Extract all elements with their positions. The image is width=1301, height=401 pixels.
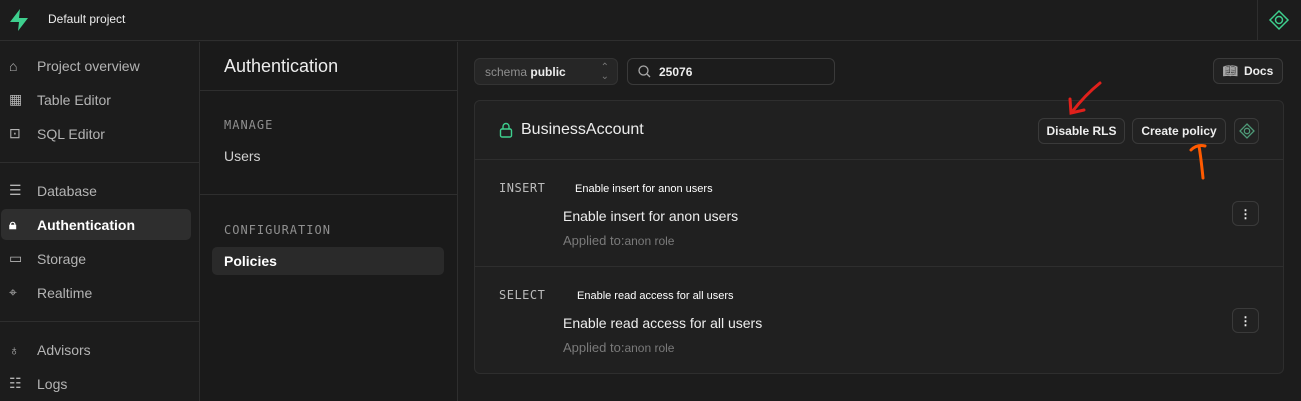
table-policies-card: BusinessAccount Disable RLS Create polic…: [474, 100, 1284, 374]
policy-name: Enable insert for anon users: [563, 208, 739, 224]
project-name[interactable]: Default project: [48, 12, 125, 26]
sidebar-item-table-editor[interactable]: ▦ Table Editor: [1, 84, 191, 115]
more-options-button[interactable]: ⋮: [1232, 308, 1259, 333]
more-vertical-icon: ⋮: [1239, 313, 1252, 328]
auth-menu: Authentication MANAGE Users CONFIGURATIO…: [200, 42, 458, 401]
policy-row[interactable]: SELECT Enable read access for all users …: [475, 267, 1283, 373]
policy-tooltip: Enable insert for anon users: [575, 183, 713, 195]
policy-applied-to: Applied to:anon role: [563, 233, 675, 248]
chevron-updown-icon: ⌃ ⌄: [600, 62, 609, 82]
list-icon: ☷: [9, 375, 22, 391]
sidebar-item-authentication[interactable]: 🔒︎ Authentication: [1, 209, 191, 240]
lock-icon: [499, 122, 513, 138]
policy-command: INSERT: [499, 181, 546, 195]
lock-file-icon: 🔒︎: [9, 216, 17, 232]
configuration-heading: CONFIGURATION: [224, 223, 331, 237]
sidebar-item-advisors[interactable]: ♁ Advisors: [1, 334, 191, 365]
menu-item-users[interactable]: Users: [224, 148, 261, 164]
sidebar-item-storage[interactable]: ▭ Storage: [1, 243, 191, 274]
archive-icon: ▭: [9, 250, 23, 266]
assistant-icon[interactable]: [1268, 9, 1290, 31]
schema-select[interactable]: schema public ⌃ ⌄: [474, 58, 618, 85]
sidebar-item-realtime[interactable]: ⌖ Realtime: [1, 277, 191, 308]
disable-rls-button[interactable]: Disable RLS: [1038, 118, 1125, 144]
terminal-icon: ⊡: [9, 125, 21, 141]
table-icon: ▦: [9, 91, 23, 107]
manage-heading: MANAGE: [224, 118, 274, 132]
policy-row[interactable]: INSERT Enable insert for anon users Enab…: [475, 160, 1283, 266]
cursor-icon: ⌖: [9, 284, 17, 300]
supabase-logo-icon[interactable]: [8, 8, 30, 32]
section-title: Authentication: [224, 56, 339, 76]
docs-button[interactable]: 📖︎ Docs: [1213, 58, 1283, 84]
annotation-arrow-red: [1068, 81, 1102, 115]
menu-item-policies[interactable]: Policies: [212, 247, 444, 275]
home-icon: ⌂: [9, 57, 18, 74]
sidebar-item-logs[interactable]: ☷ Logs: [1, 368, 191, 399]
policy-tooltip: Enable read access for all users: [577, 290, 734, 302]
sidebar-item-project-overview[interactable]: ⌂ Project overview: [1, 50, 191, 81]
sidebar-item-database[interactable]: ☰ Database: [1, 175, 191, 206]
search-icon: [638, 65, 651, 78]
ai-assistant-button[interactable]: [1234, 118, 1259, 144]
database-icon: ☰: [9, 182, 22, 198]
policy-name: Enable read access for all users: [563, 315, 763, 331]
book-icon: 📖︎: [1222, 64, 1238, 78]
sidebar-item-sql-editor[interactable]: ⊡ SQL Editor: [1, 118, 191, 149]
annotation-arrow-orange: [1189, 144, 1207, 180]
policy-command: SELECT: [499, 288, 546, 302]
top-bar: Default project: [0, 0, 1301, 41]
more-vertical-icon: ⋮: [1239, 206, 1252, 221]
table-name: BusinessAccount: [521, 121, 644, 138]
assistant-icon: [1238, 123, 1255, 139]
sidebar: ⌂ Project overview ▦ Table Editor ⊡ SQL Edi…: [0, 42, 200, 401]
more-options-button[interactable]: ⋮: [1232, 201, 1259, 226]
lightbulb-icon: ♁: [9, 341, 20, 358]
policy-applied-to: Applied to:anon role: [563, 340, 675, 355]
search-input[interactable]: 25076: [627, 58, 835, 85]
